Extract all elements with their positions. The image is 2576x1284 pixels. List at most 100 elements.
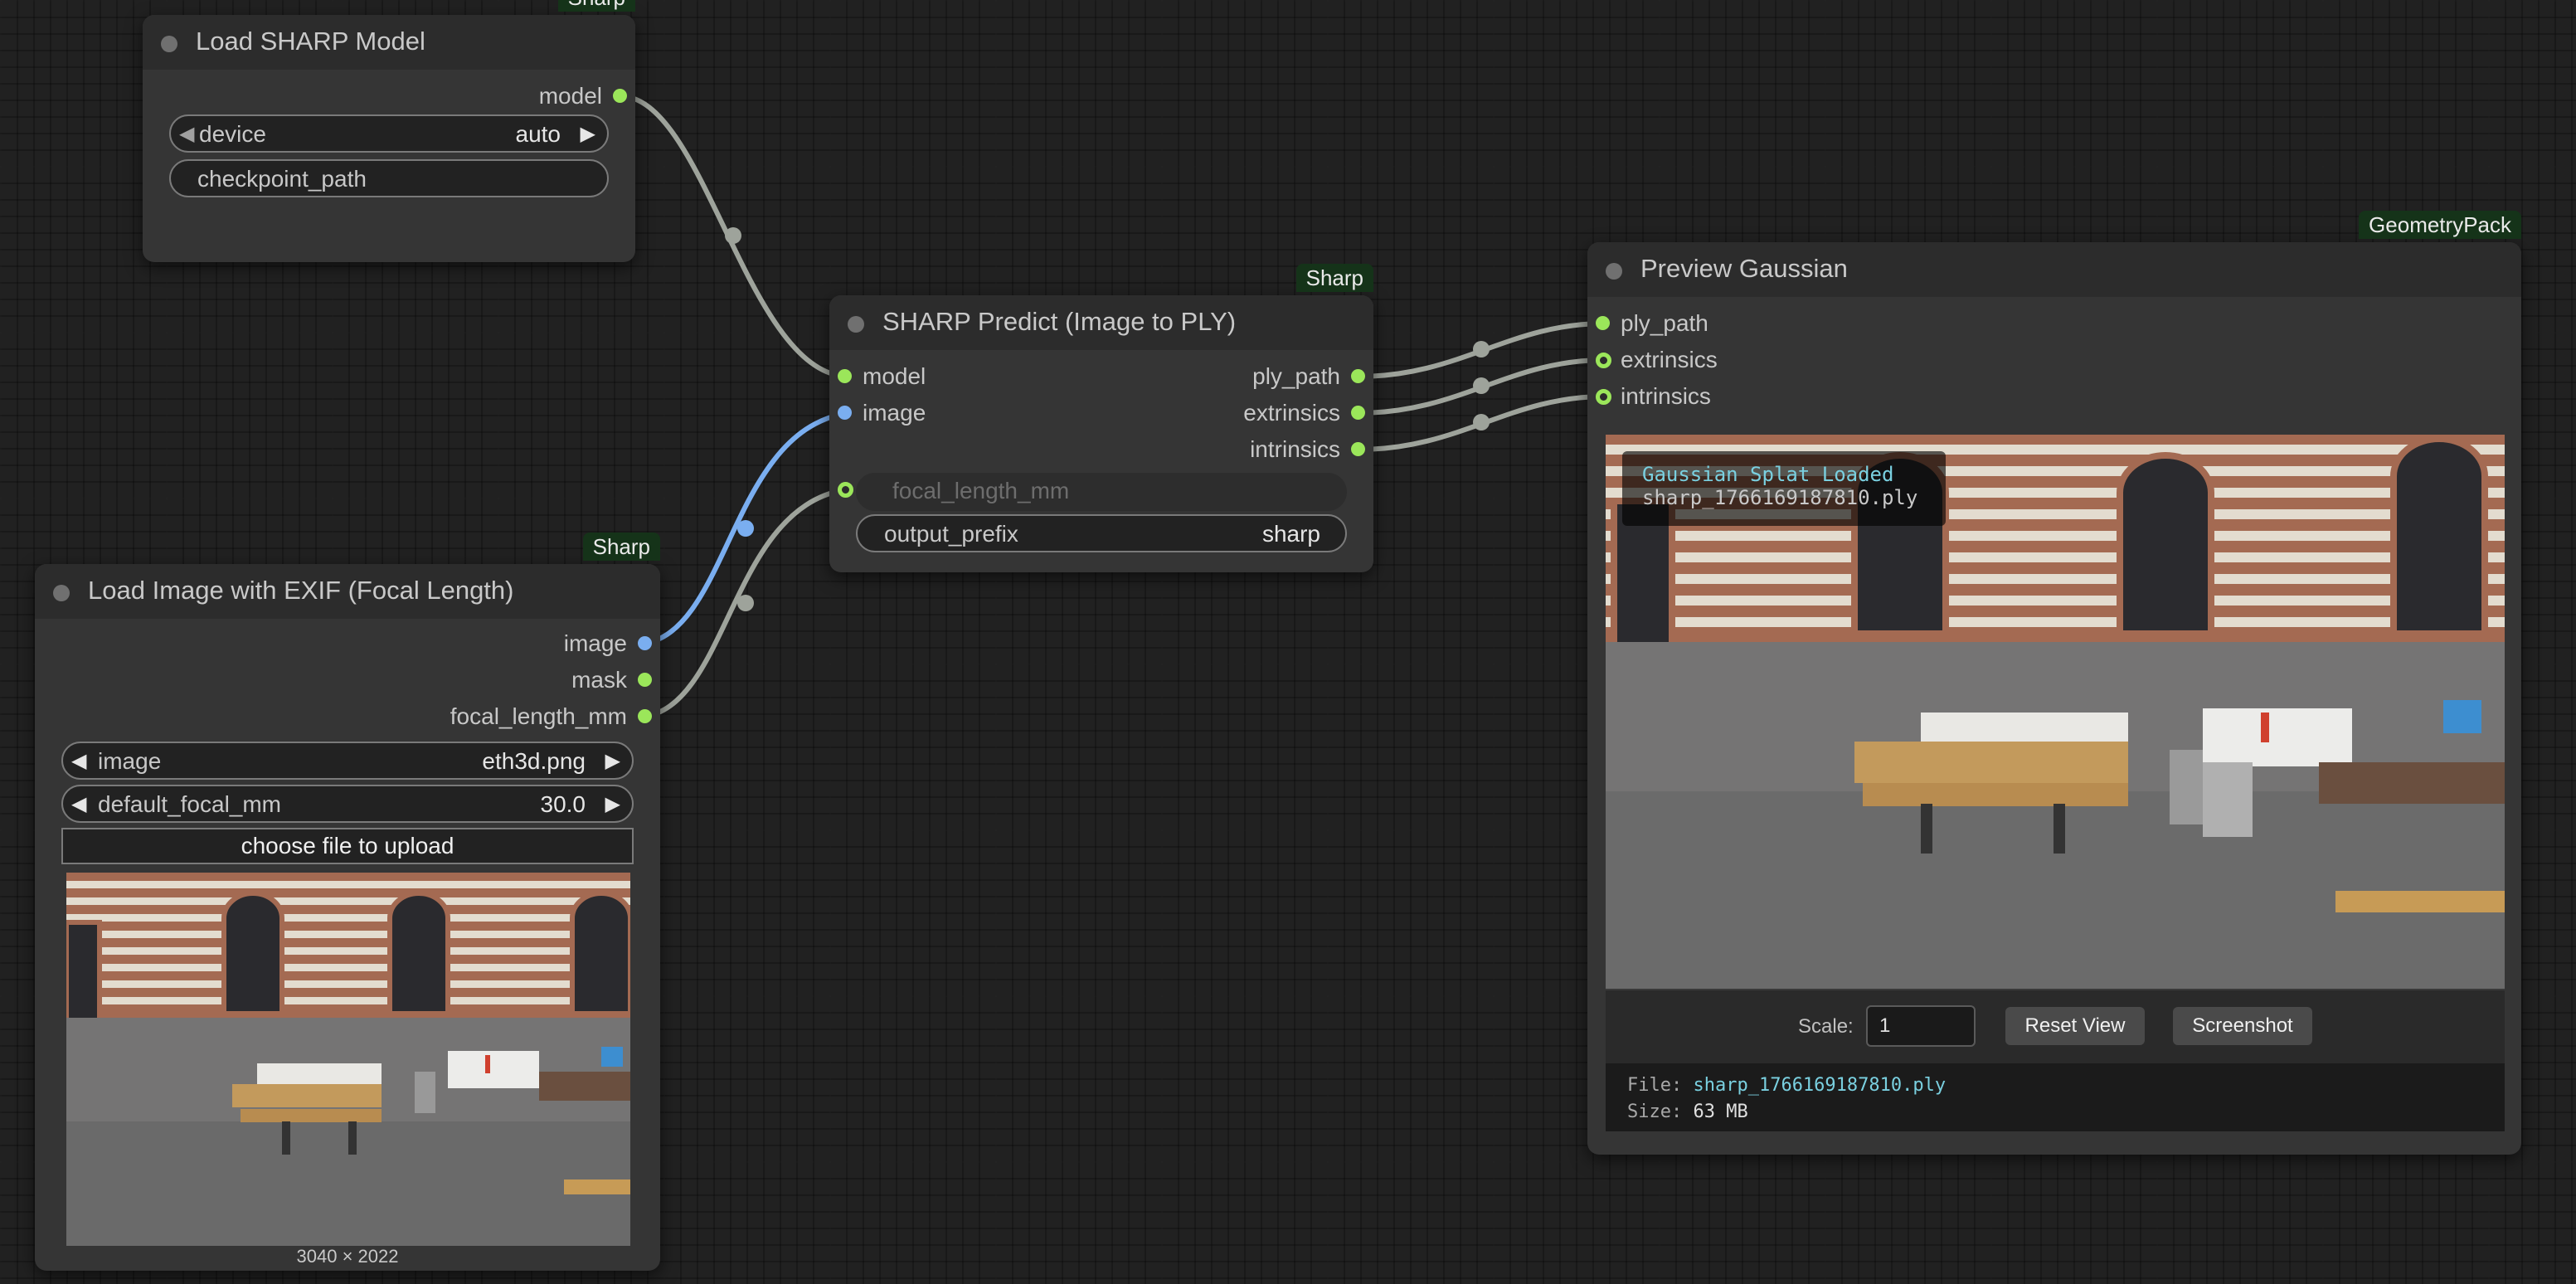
widget-name: checkpoint_path (197, 166, 367, 192)
wire-image-to-predict[interactable] (643, 411, 848, 646)
input-label: intrinsics (1621, 383, 1711, 409)
widget-name: focal_length_mm (892, 478, 1070, 503)
node-title: SHARP Predict (Image to PLY) (882, 307, 1237, 336)
input-image[interactable]: image (829, 396, 995, 430)
output-model[interactable]: model (386, 80, 635, 113)
overlay-filename: sharp_1766169187810.ply (1642, 486, 1918, 509)
device-combo[interactable]: ◀ device auto ▶ (169, 114, 609, 153)
increment-arrow-icon[interactable]: ▶ (605, 792, 620, 816)
node-badge: GeometryPack (2359, 211, 2521, 239)
wire-focal-to-predict[interactable] (643, 487, 848, 719)
output-prefix-field[interactable]: output_prefix sharp (856, 514, 1347, 552)
node-title: Preview Gaussian (1640, 254, 1848, 283)
increment-arrow-icon[interactable]: ▶ (581, 122, 595, 146)
wire-midpoint[interactable] (1473, 414, 1490, 430)
reset-view-button[interactable]: Reset View (2005, 1007, 2145, 1045)
output-label: mask (571, 667, 627, 693)
decrement-arrow-icon[interactable]: ◀ (71, 792, 86, 816)
scale-input[interactable] (1866, 1005, 1976, 1047)
input-label: extrinsics (1621, 347, 1718, 372)
output-image[interactable]: image (362, 627, 660, 660)
file-info-panel: File: sharp_1766169187810.ply Size: 63 M… (1606, 1063, 2505, 1131)
output-ply-path[interactable]: ply_path (1125, 360, 1373, 393)
gaussian-viewer[interactable]: Gaussian Splat Loaded sharp_176616918781… (1606, 435, 2505, 1131)
collapse-dot-icon[interactable] (1606, 263, 1622, 280)
output-slot-icon[interactable] (638, 673, 652, 687)
input-slot-icon[interactable] (838, 406, 852, 420)
output-label: image (563, 630, 627, 656)
image-combo[interactable]: ◀ image eth3d.png ▶ (61, 742, 634, 780)
output-mask[interactable]: mask (362, 664, 660, 697)
increment-arrow-icon[interactable]: ▶ (605, 749, 620, 773)
input-ply-path[interactable]: ply_path (1587, 307, 1836, 340)
output-extrinsics[interactable]: extrinsics (1125, 396, 1373, 430)
node-title: Load Image with EXIF (Focal Length) (88, 576, 514, 605)
wire-midpoint[interactable] (737, 595, 754, 611)
input-extrinsics[interactable]: extrinsics (1587, 343, 1836, 377)
input-slot-icon[interactable] (838, 369, 852, 383)
node-badge: Sharp (557, 0, 635, 12)
size-key: Size: (1627, 1102, 1683, 1122)
decrement-arrow-icon[interactable]: ◀ (71, 749, 86, 773)
node-badge: Sharp (1295, 264, 1373, 292)
image-preview (66, 873, 630, 1246)
wire-model-to-predict[interactable] (620, 94, 848, 379)
output-label: intrinsics (1250, 436, 1340, 462)
focal-input-slot-icon[interactable] (838, 482, 853, 498)
focal-length-widget[interactable]: focal_length_mm (856, 473, 1347, 511)
image-size-caption: 3040 × 2022 (296, 1246, 399, 1267)
collapse-dot-icon[interactable] (53, 585, 70, 601)
node-sharp-predict[interactable]: Sharp SHARP Predict (Image to PLY) model… (829, 264, 1373, 572)
input-slot-icon[interactable] (1596, 389, 1611, 405)
output-slot-icon[interactable] (638, 636, 652, 650)
node-preview-gaussian[interactable]: GeometryPack Preview Gaussian ply_path e… (1587, 211, 2521, 1155)
node-load-image-exif[interactable]: Sharp Load Image with EXIF (Focal Length… (35, 533, 660, 1271)
input-model[interactable]: model (829, 360, 995, 393)
node-load-sharp-model[interactable]: Sharp Load SHARP Model model ◀ device au… (143, 0, 635, 262)
file-value: sharp_1766169187810.ply (1693, 1075, 1947, 1096)
output-slot-icon[interactable] (1351, 369, 1365, 383)
widget-value: sharp (1261, 521, 1320, 547)
overlay-status-text: Gaussian Splat Loaded (1642, 463, 1894, 486)
file-row: File: sharp_1766169187810.ply (1627, 1075, 1946, 1096)
checkpoint-path-field[interactable]: checkpoint_path (169, 159, 609, 197)
input-intrinsics[interactable]: intrinsics (1587, 380, 1836, 413)
default-focal-number[interactable]: ◀ default_focal_mm 30.0 ▶ (61, 785, 634, 823)
wire-intrinsics-to-preview[interactable] (1358, 394, 1605, 452)
scale-label: Scale: (1798, 1015, 1854, 1038)
widget-name: default_focal_mm (98, 791, 282, 817)
size-row: Size: 63 MB (1627, 1102, 1748, 1122)
decrement-arrow-icon[interactable]: ◀ (179, 122, 194, 146)
output-intrinsics[interactable]: intrinsics (1125, 433, 1373, 466)
widget-name: image (98, 748, 162, 774)
wire-midpoint[interactable] (725, 227, 741, 244)
collapse-dot-icon[interactable] (161, 36, 177, 52)
input-slot-icon[interactable] (1596, 353, 1611, 368)
wire-midpoint[interactable] (1473, 377, 1490, 394)
node-title: Load SHARP Model (196, 27, 425, 56)
wire-midpoint[interactable] (737, 520, 754, 537)
status-overlay: Gaussian Splat Loaded sharp_176616918781… (1622, 451, 1946, 526)
splat-render-canvas[interactable]: Gaussian Splat Loaded sharp_176616918781… (1606, 435, 2505, 989)
choose-file-button[interactable]: choose file to upload (61, 828, 634, 864)
file-key: File: (1627, 1075, 1683, 1096)
screenshot-button[interactable]: Screenshot (2173, 1007, 2312, 1045)
output-slot-icon[interactable] (613, 89, 627, 103)
widget-value: auto (515, 121, 561, 147)
wire-midpoint[interactable] (1473, 341, 1490, 357)
output-focal-length[interactable]: focal_length_mm (362, 700, 660, 733)
collapse-dot-icon[interactable] (848, 316, 864, 333)
output-slot-icon[interactable] (638, 709, 652, 723)
wire-plypath-to-preview[interactable] (1358, 321, 1605, 379)
courtyard-photo-image (66, 873, 630, 1246)
output-label: focal_length_mm (450, 703, 627, 729)
input-label: ply_path (1621, 310, 1708, 336)
output-label: model (538, 83, 602, 109)
node-badge: Sharp (582, 533, 660, 561)
input-slot-icon[interactable] (1596, 316, 1610, 330)
widget-name: output_prefix (884, 521, 1018, 547)
output-slot-icon[interactable] (1351, 406, 1365, 420)
output-label: extrinsics (1243, 400, 1340, 426)
wire-extrinsics-to-preview[interactable] (1358, 357, 1605, 416)
output-slot-icon[interactable] (1351, 442, 1365, 456)
